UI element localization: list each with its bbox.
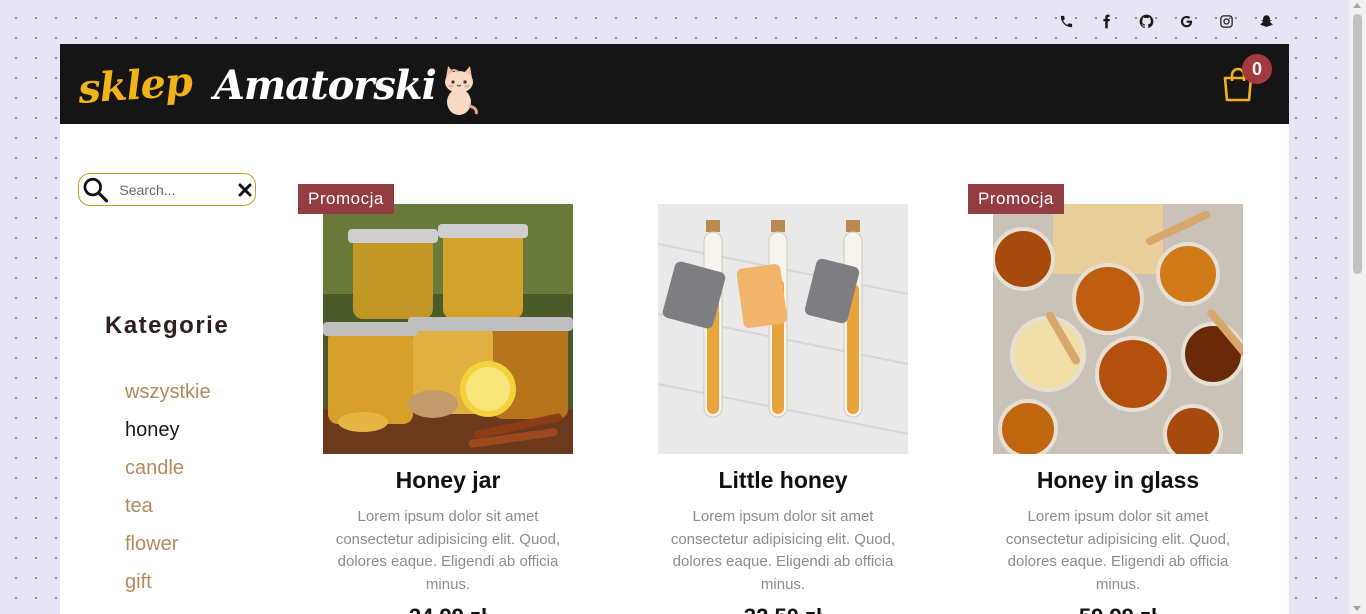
product-price: 32.50 zł <box>658 604 908 614</box>
phone-icon[interactable] <box>1046 6 1086 36</box>
clear-search-button[interactable] <box>235 180 255 200</box>
category-list: wszystkie honey candle tea flower gift <box>125 376 211 604</box>
promo-badge: Promocja <box>968 184 1064 214</box>
close-icon <box>238 183 252 196</box>
promo-badge: Promocja <box>298 184 394 214</box>
category-item-candle[interactable]: candle <box>125 452 211 490</box>
product-description: Lorem ipsum dolor sit amet consectetur a… <box>335 508 561 593</box>
product-name[interactable]: Honey jar <box>323 467 573 494</box>
scrollbar-thumb[interactable] <box>1353 14 1362 274</box>
google-icon[interactable] <box>1166 6 1206 36</box>
search-box <box>78 173 256 206</box>
search-input[interactable] <box>117 180 234 199</box>
logo-word-sklep: sklep <box>76 57 194 113</box>
site-header: sklep Amatorski 0 <box>60 44 1289 124</box>
scroll-up-icon[interactable] <box>1353 3 1361 8</box>
logo[interactable]: sklep Amatorski <box>76 50 480 120</box>
cart-button[interactable]: 0 <box>1221 54 1272 104</box>
instagram-icon[interactable] <box>1206 6 1246 36</box>
product-description: Lorem ipsum dolor sit amet consectetur a… <box>670 508 896 593</box>
categories-title: Kategorie <box>105 312 230 339</box>
product-image[interactable] <box>323 204 573 454</box>
product-description: Lorem ipsum dolor sit amet consectetur a… <box>1005 508 1231 593</box>
logo-word-amatorski: Amatorski <box>213 61 437 109</box>
social-links <box>1046 6 1286 36</box>
search-icon <box>83 177 109 202</box>
product-price: 59.99 zł <box>993 604 1243 614</box>
product-image[interactable] <box>658 204 908 454</box>
product-price: 24.99 zł <box>323 604 573 614</box>
category-item-wszystkie[interactable]: wszystkie <box>125 376 211 414</box>
product-name[interactable]: Little honey <box>658 467 908 494</box>
page-container: sklep Amatorski 0 Search... Kategorie ws… <box>60 44 1289 614</box>
cart-count-badge: 0 <box>1242 54 1272 84</box>
product-image[interactable] <box>993 204 1243 454</box>
cat-icon <box>444 66 478 115</box>
category-item-tea[interactable]: tea <box>125 490 211 528</box>
page-scrollbar[interactable] <box>1349 0 1366 614</box>
snapchat-icon[interactable] <box>1246 6 1286 36</box>
facebook-icon[interactable] <box>1086 6 1126 36</box>
product-name[interactable]: Honey in glass <box>993 467 1243 494</box>
github-icon[interactable] <box>1126 6 1166 36</box>
category-item-gift[interactable]: gift <box>125 566 211 604</box>
scroll-down-icon[interactable] <box>1353 606 1361 611</box>
category-item-honey[interactable]: honey <box>125 414 211 452</box>
category-item-flower[interactable]: flower <box>125 528 211 566</box>
